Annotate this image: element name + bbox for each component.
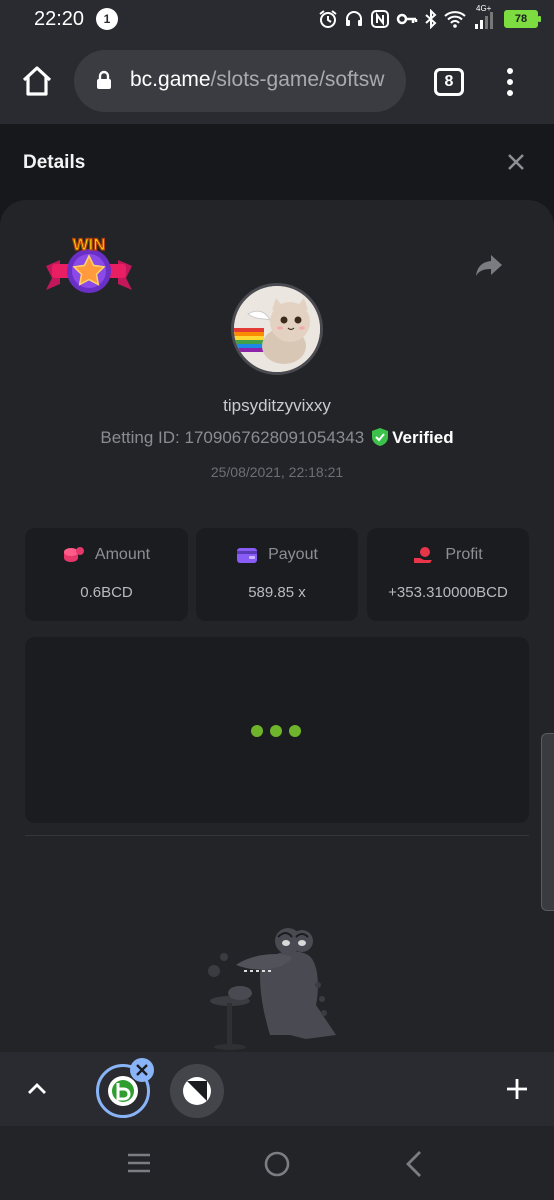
stat-profit-label: Profit: [445, 546, 483, 563]
circle-icon: [264, 1151, 290, 1177]
stat-payout-label: Payout: [268, 546, 318, 563]
share-button[interactable]: [474, 250, 504, 280]
crocodile-mascot: [200, 915, 350, 1052]
network-type: 4G+: [476, 4, 492, 13]
wifi-icon: [444, 11, 466, 28]
more-menu-button[interactable]: [505, 68, 515, 96]
recent-apps-button[interactable]: [126, 1152, 152, 1174]
battery-level: 78: [514, 13, 528, 25]
stat-amount-value: 0.6BCD: [80, 584, 133, 601]
alarm-icon: [319, 10, 337, 28]
divider: [25, 835, 529, 836]
notification-badge: 1: [96, 8, 118, 30]
status-time: 22:20: [34, 8, 85, 30]
betting-id-row: Betting ID: 1709067628091054343 Verified: [0, 428, 554, 448]
wallet-icon: [237, 548, 258, 563]
win-badge: WIN: [44, 230, 134, 302]
stat-profit: Profit +353.310000BCD: [367, 528, 529, 621]
stat-payout: Payout 589.85 x: [196, 528, 358, 621]
back-nav-button[interactable]: [404, 1150, 424, 1178]
chevron-up-icon: [28, 1083, 46, 1094]
site-favicon-icon: [183, 1077, 211, 1105]
stat-amount: Amount 0.6BCD: [25, 528, 188, 621]
stat-amount-label: Amount: [94, 546, 151, 563]
new-tab-button[interactable]: [506, 1078, 528, 1100]
stat-payout-value: 589.85 x: [248, 584, 306, 601]
close-tab-button[interactable]: [130, 1058, 154, 1082]
profit-icon: [414, 547, 433, 563]
url-text: bc.game/slots-game/softsw: [130, 68, 384, 92]
status-bar: 22:20 1 4G+ 78: [0, 0, 554, 38]
close-button[interactable]: [506, 152, 526, 172]
tab-strip: [0, 1052, 554, 1126]
betting-id-label: Betting ID:: [100, 428, 180, 447]
plus-icon: [507, 1079, 527, 1099]
username: tipsyditzyvixxy: [223, 396, 331, 415]
close-icon: [136, 1064, 148, 1076]
status-icons: 4G+ 78: [318, 4, 541, 31]
details-page: Details WIN tipsyditzyvixxy Betting ID: …: [0, 124, 554, 1052]
close-icon: [508, 154, 524, 170]
battery-icon: 78: [504, 10, 541, 28]
home-button[interactable]: [20, 64, 54, 98]
bet-details-card: WIN tipsyditzyvixxy Betting ID: 17090676…: [0, 200, 554, 1052]
menu-lines-icon: [128, 1153, 150, 1173]
tab-other-site[interactable]: [170, 1064, 224, 1118]
lock-icon: [97, 70, 111, 89]
back-chevron-icon: [406, 1151, 421, 1177]
win-badge-text: WIN: [72, 235, 105, 254]
nfc-icon: [371, 10, 389, 28]
key-icon: [396, 13, 418, 25]
game-replay-area: [25, 637, 529, 823]
headset-icon: [346, 11, 362, 26]
address-bar[interactable]: bc.game/slots-game/softsw: [74, 50, 406, 112]
bet-timestamp: 25/08/2021, 22:18:21: [210, 464, 344, 480]
verified-label: Verified: [392, 428, 454, 447]
system-navigation-bar: [0, 1126, 554, 1200]
share-icon: [476, 255, 502, 276]
verified-shield-icon: [372, 428, 389, 446]
page-scrollbar[interactable]: [541, 733, 554, 911]
avatar: [231, 283, 323, 375]
signal-icon: 4G+: [472, 4, 498, 30]
page-title: Details: [23, 152, 86, 173]
bluetooth-icon: [425, 9, 437, 29]
home-nav-button[interactable]: [264, 1151, 290, 1177]
stat-profit-value: +353.310000BCD: [388, 584, 508, 601]
home-icon: [22, 66, 52, 96]
tab-switcher-button[interactable]: 8: [434, 68, 464, 96]
coins-icon: [63, 547, 84, 562]
browser-toolbar: bc.game/slots-game/softsw 8: [0, 38, 554, 124]
url-host: bc.game: [130, 68, 211, 91]
loading-indicator: [251, 725, 301, 737]
collapse-tabs-button[interactable]: [26, 1078, 48, 1100]
betting-id: 1709067628091054343: [184, 428, 365, 447]
url-path: /slots-game/softsw: [210, 68, 385, 91]
